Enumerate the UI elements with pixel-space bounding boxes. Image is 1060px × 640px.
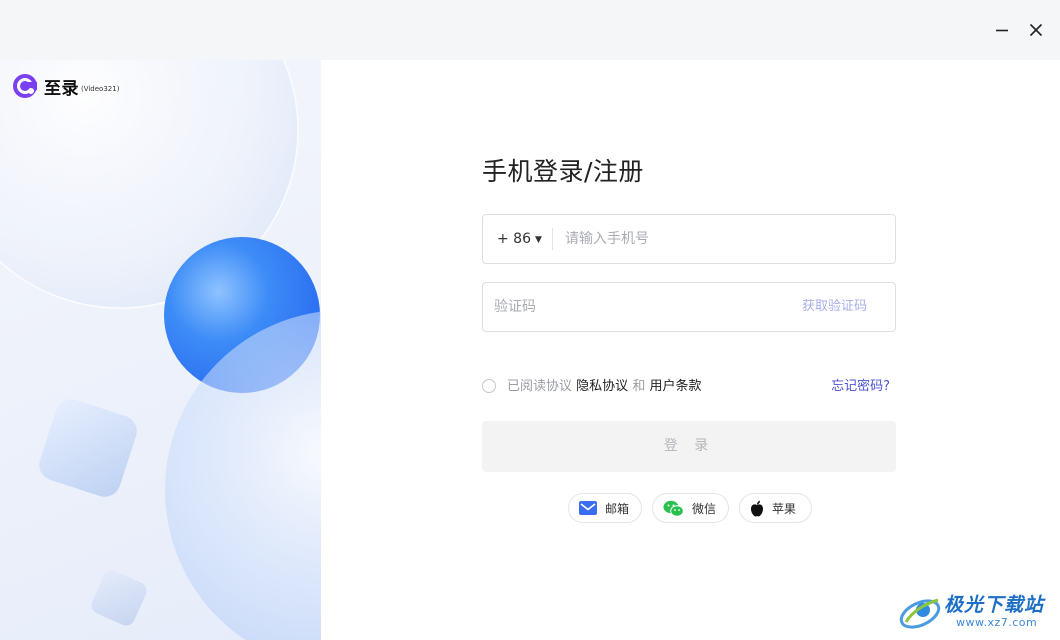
field-divider xyxy=(552,228,553,250)
watermark-url: www.xz7.com xyxy=(956,616,1038,629)
logo-icon xyxy=(13,74,37,98)
brand-subtitle: (Video321) xyxy=(81,84,120,93)
forgot-password-link[interactable]: 忘记密码? xyxy=(831,377,890,397)
country-code-select[interactable]: + 86 ▼ xyxy=(497,215,542,263)
mail-icon xyxy=(579,501,597,515)
caret-down-icon: ▼ xyxy=(535,235,542,245)
close-icon xyxy=(1029,23,1043,37)
page-title: 手机登录/注册 xyxy=(482,157,644,186)
wechat-icon xyxy=(663,500,684,517)
login-with-wechat-button[interactable]: 微信 xyxy=(652,493,729,523)
phone-input[interactable] xyxy=(565,215,875,263)
phone-field: + 86 ▼ xyxy=(482,214,896,264)
get-code-button[interactable]: 获取验证码 xyxy=(802,283,867,331)
privacy-policy-link[interactable]: 隐私协议 xyxy=(576,379,628,394)
watermark-logo xyxy=(899,598,941,629)
apple-icon xyxy=(750,500,764,517)
login-with-email-button[interactable]: 邮箱 xyxy=(568,493,642,523)
brand-logo: 至录 (Video321) xyxy=(12,73,119,99)
login-button[interactable]: 登 录 xyxy=(482,421,896,472)
agree-and: 和 xyxy=(632,379,646,394)
apple-label: 苹果 xyxy=(772,501,797,516)
agreement-row: 已阅读协议 隐私协议 和 用户条款 忘记密码? xyxy=(482,377,896,397)
login-with-apple-button[interactable]: 苹果 xyxy=(739,493,812,523)
agree-prefix: 已阅读协议 xyxy=(507,379,573,394)
agreement-text: 已阅读协议 隐私协议 和 用户条款 xyxy=(507,377,701,397)
brand-panel: 至录 (Video321) xyxy=(0,60,321,640)
minimize-button[interactable] xyxy=(990,18,1014,42)
brand-name: 至录 xyxy=(44,78,79,99)
agree-checkbox[interactable] xyxy=(482,379,496,393)
site-watermark: 极光下载站 www.xz7.com xyxy=(898,586,1058,638)
login-panel: 手机登录/注册 + 86 ▼ 获取验证码 已阅读协议 隐私协议 和 用户条款 忘记… xyxy=(321,60,1060,640)
wechat-label: 微信 xyxy=(692,501,717,516)
user-terms-link[interactable]: 用户条款 xyxy=(649,379,701,394)
email-label: 邮箱 xyxy=(605,501,630,516)
close-button[interactable] xyxy=(1024,18,1048,42)
verification-code-input[interactable] xyxy=(494,283,774,331)
title-bar xyxy=(0,0,1060,60)
country-code-label: + 86 xyxy=(497,231,531,247)
watermark-name: 极光下载站 xyxy=(944,594,1045,616)
decorative-illustration xyxy=(0,60,321,640)
minimize-icon xyxy=(996,29,1008,32)
verification-code-field: 获取验证码 xyxy=(482,282,896,332)
